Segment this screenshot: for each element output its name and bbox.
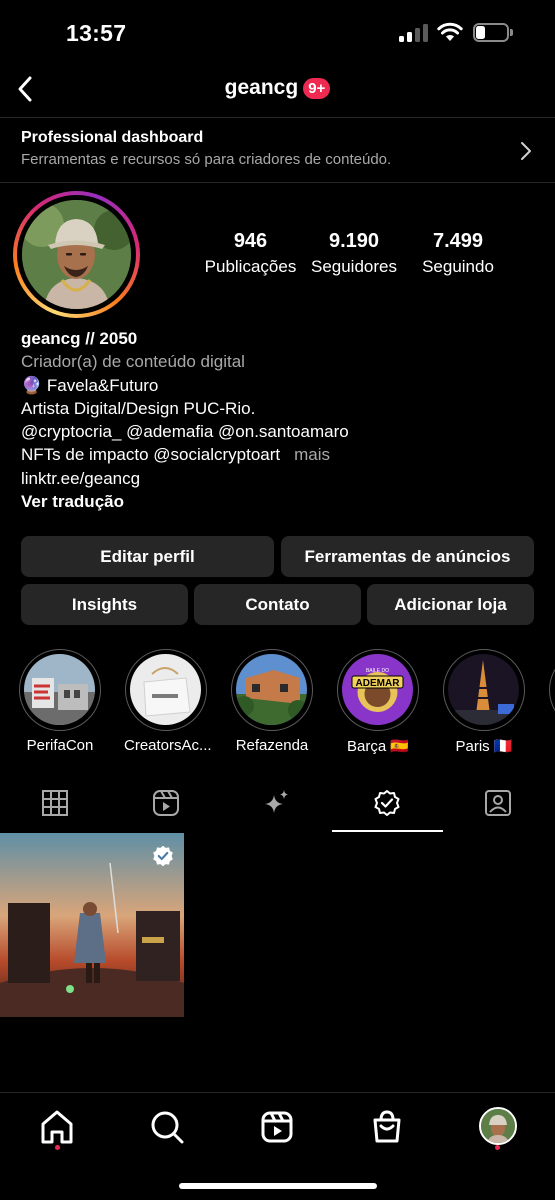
home-notification-dot: [55, 1145, 60, 1150]
shop-bag-icon[interactable]: [367, 1107, 407, 1147]
profile-bio: geancg // 2050 Criador(a) de conteúdo di…: [21, 327, 541, 513]
profile-notification-dot: [495, 1145, 500, 1150]
dashboard-subtitle: Ferramentas e recursos só para criadores…: [21, 151, 392, 168]
tab-guides[interactable]: [332, 778, 443, 832]
ademar-highlight-top: BAILE DO: [366, 668, 389, 674]
highlight-partial[interactable]: [548, 649, 555, 731]
reels-nav-icon[interactable]: [257, 1107, 297, 1147]
bio-mentions-line[interactable]: @cryptocria_ @ademafia @on.santoamaro: [21, 420, 541, 443]
ad-tools-button[interactable]: Ferramentas de anúncios: [281, 536, 534, 577]
dashboard-title: Professional dashboard: [21, 129, 204, 146]
reels-icon: [153, 790, 179, 816]
highlight-barca[interactable]: ADEMAR BAILE DO Barça 🇪🇸: [336, 649, 420, 755]
contact-button[interactable]: Contato: [194, 584, 361, 625]
professional-dashboard-row[interactable]: Professional dashboard Ferramentas e rec…: [0, 117, 555, 183]
highlight-label: Refazenda: [235, 737, 309, 754]
profile-tabs: [0, 778, 555, 832]
followers-count[interactable]: 9.190 Seguidores: [306, 230, 402, 277]
highlight-label: Paris 🇫🇷: [455, 738, 513, 755]
highlight-label: PerifaCon: [26, 737, 94, 754]
bio-link[interactable]: linktr.ee/geancg: [21, 467, 541, 490]
guide-check-badge-icon: [153, 845, 173, 867]
highlight-creatorsacademy[interactable]: CreatorsAc...: [124, 649, 212, 754]
battery-icon: [473, 23, 513, 42]
chevron-right-icon: [521, 142, 531, 160]
following-count-label: Seguindo: [422, 257, 494, 276]
home-indicator[interactable]: [179, 1183, 377, 1189]
bio-line: Artista Digital/Design PUC-Rio.: [21, 398, 256, 418]
profile-category: Criador(a) de conteúdo digital: [21, 352, 245, 372]
bio-more-link[interactable]: mais: [294, 445, 330, 464]
bio-nft-line: NFTs de impacto @socialcryptoart mais: [21, 443, 541, 466]
cellular-signal-icon: [399, 24, 429, 42]
ademar-highlight-title: ADEMAR: [356, 678, 401, 689]
bio-line[interactable]: NFTs de impacto @socialcryptoart: [21, 445, 280, 464]
grid-icon: [42, 790, 68, 816]
status-bar: 13:57: [0, 0, 555, 64]
tab-effects[interactable]: [222, 778, 333, 832]
following-count-value: 7.499: [432, 230, 484, 252]
tab-reels[interactable]: [111, 778, 222, 832]
wifi-icon: [437, 22, 463, 41]
status-time: 13:57: [66, 20, 127, 46]
post-thumbnail[interactable]: [0, 833, 184, 1017]
search-icon[interactable]: [147, 1107, 187, 1147]
highlight-paris[interactable]: Paris 🇫🇷: [442, 649, 526, 755]
tab-posts-grid[interactable]: [0, 778, 111, 832]
profile-header: geancg 9+: [0, 64, 555, 116]
home-icon[interactable]: [37, 1107, 77, 1147]
see-translation-link[interactable]: Ver tradução: [21, 490, 541, 513]
profile-display-name: geancg // 2050: [21, 329, 138, 348]
profile-username-title[interactable]: geancg: [225, 76, 299, 99]
guides-check-icon: [374, 790, 400, 816]
posts-count-value: 946: [233, 230, 268, 252]
highlight-label: CreatorsAc...: [124, 737, 212, 754]
insights-button[interactable]: Insights: [21, 584, 188, 625]
bio-line: 🔮 Favela&Futuro: [21, 375, 159, 395]
following-count[interactable]: 7.499 Seguindo: [412, 230, 504, 277]
sparkles-icon: [265, 790, 288, 813]
highlight-label: Barça 🇪🇸: [346, 738, 410, 755]
profile-nav-avatar[interactable]: [479, 1107, 517, 1145]
followers-count-label: Seguidores: [310, 257, 397, 276]
profile-avatar[interactable]: [13, 191, 140, 318]
followers-count-value: 9.190: [328, 230, 380, 252]
highlight-perifacon[interactable]: PerifaCon: [18, 649, 102, 754]
tagged-icon: [485, 790, 511, 816]
edit-profile-button[interactable]: Editar perfil: [21, 536, 274, 577]
add-shop-button[interactable]: Adicionar loja: [367, 584, 534, 625]
posts-count-label: Publicações: [204, 257, 297, 276]
posts-count[interactable]: 946 Publicações: [203, 230, 298, 277]
notification-badge[interactable]: 9+: [303, 77, 331, 99]
highlight-refazenda[interactable]: Refazenda: [230, 649, 314, 754]
tab-tagged[interactable]: [443, 778, 554, 832]
